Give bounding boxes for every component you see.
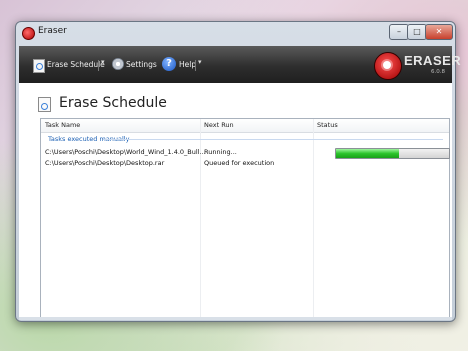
task-name-cell: C:\Users\Poschi\Desktop\Desktop.rar bbox=[45, 159, 165, 167]
status-bar bbox=[19, 317, 452, 320]
toolbar-separator bbox=[195, 60, 196, 71]
next-run-cell: Queued for execution bbox=[204, 159, 275, 167]
column-status[interactable]: Status bbox=[317, 119, 338, 132]
eraser-app-icon bbox=[22, 27, 35, 40]
settings-label: Settings bbox=[126, 60, 157, 69]
close-button[interactable]: ✕ bbox=[425, 24, 453, 40]
logo-text: ERASER bbox=[404, 53, 462, 68]
group-divider bbox=[103, 139, 443, 140]
toolbar-separator bbox=[98, 60, 99, 71]
settings-button[interactable]: Settings bbox=[112, 57, 157, 73]
schedule-page-icon bbox=[38, 97, 51, 112]
erase-schedule-button[interactable]: Erase Schedule bbox=[33, 57, 105, 73]
minimize-button[interactable]: – bbox=[389, 24, 409, 40]
app-window: Eraser – □ ✕ Erase Schedule ▾ Settings ?… bbox=[15, 21, 461, 322]
title-bar[interactable]: Eraser – □ ✕ bbox=[16, 22, 455, 44]
page-title: Erase Schedule bbox=[59, 95, 167, 111]
column-task-name[interactable]: Task Name bbox=[45, 119, 80, 132]
logo-icon bbox=[374, 52, 402, 80]
column-next-run[interactable]: Next Run bbox=[204, 119, 234, 132]
window-title: Eraser bbox=[38, 26, 67, 36]
logo-version: 6.0.8 bbox=[431, 69, 445, 75]
schedule-icon bbox=[33, 59, 45, 73]
main-content: Erase Schedule Task Name Next Run Status… bbox=[19, 83, 452, 318]
gear-icon bbox=[112, 58, 124, 70]
help-dropdown-icon[interactable]: ▾ bbox=[198, 58, 202, 66]
eraser-logo: ERASER 6.0.8 bbox=[374, 50, 461, 80]
task-list[interactable]: Task Name Next Run Status Tasks executed… bbox=[40, 118, 450, 318]
list-header: Task Name Next Run Status bbox=[41, 119, 449, 133]
erase-schedule-dropdown-icon[interactable]: ▾ bbox=[101, 58, 105, 66]
erase-schedule-label: Erase Schedule bbox=[47, 60, 105, 69]
help-label: Help bbox=[179, 60, 197, 69]
table-row[interactable]: C:\Users\Poschi\Desktop\Desktop.rar Queu… bbox=[41, 157, 449, 169]
help-button[interactable]: ? Help bbox=[162, 57, 197, 73]
help-icon: ? bbox=[162, 57, 176, 71]
maximize-button[interactable]: □ bbox=[407, 24, 427, 40]
toolbar: Erase Schedule ▾ Settings ? Help ▾ ERASE… bbox=[19, 46, 461, 83]
